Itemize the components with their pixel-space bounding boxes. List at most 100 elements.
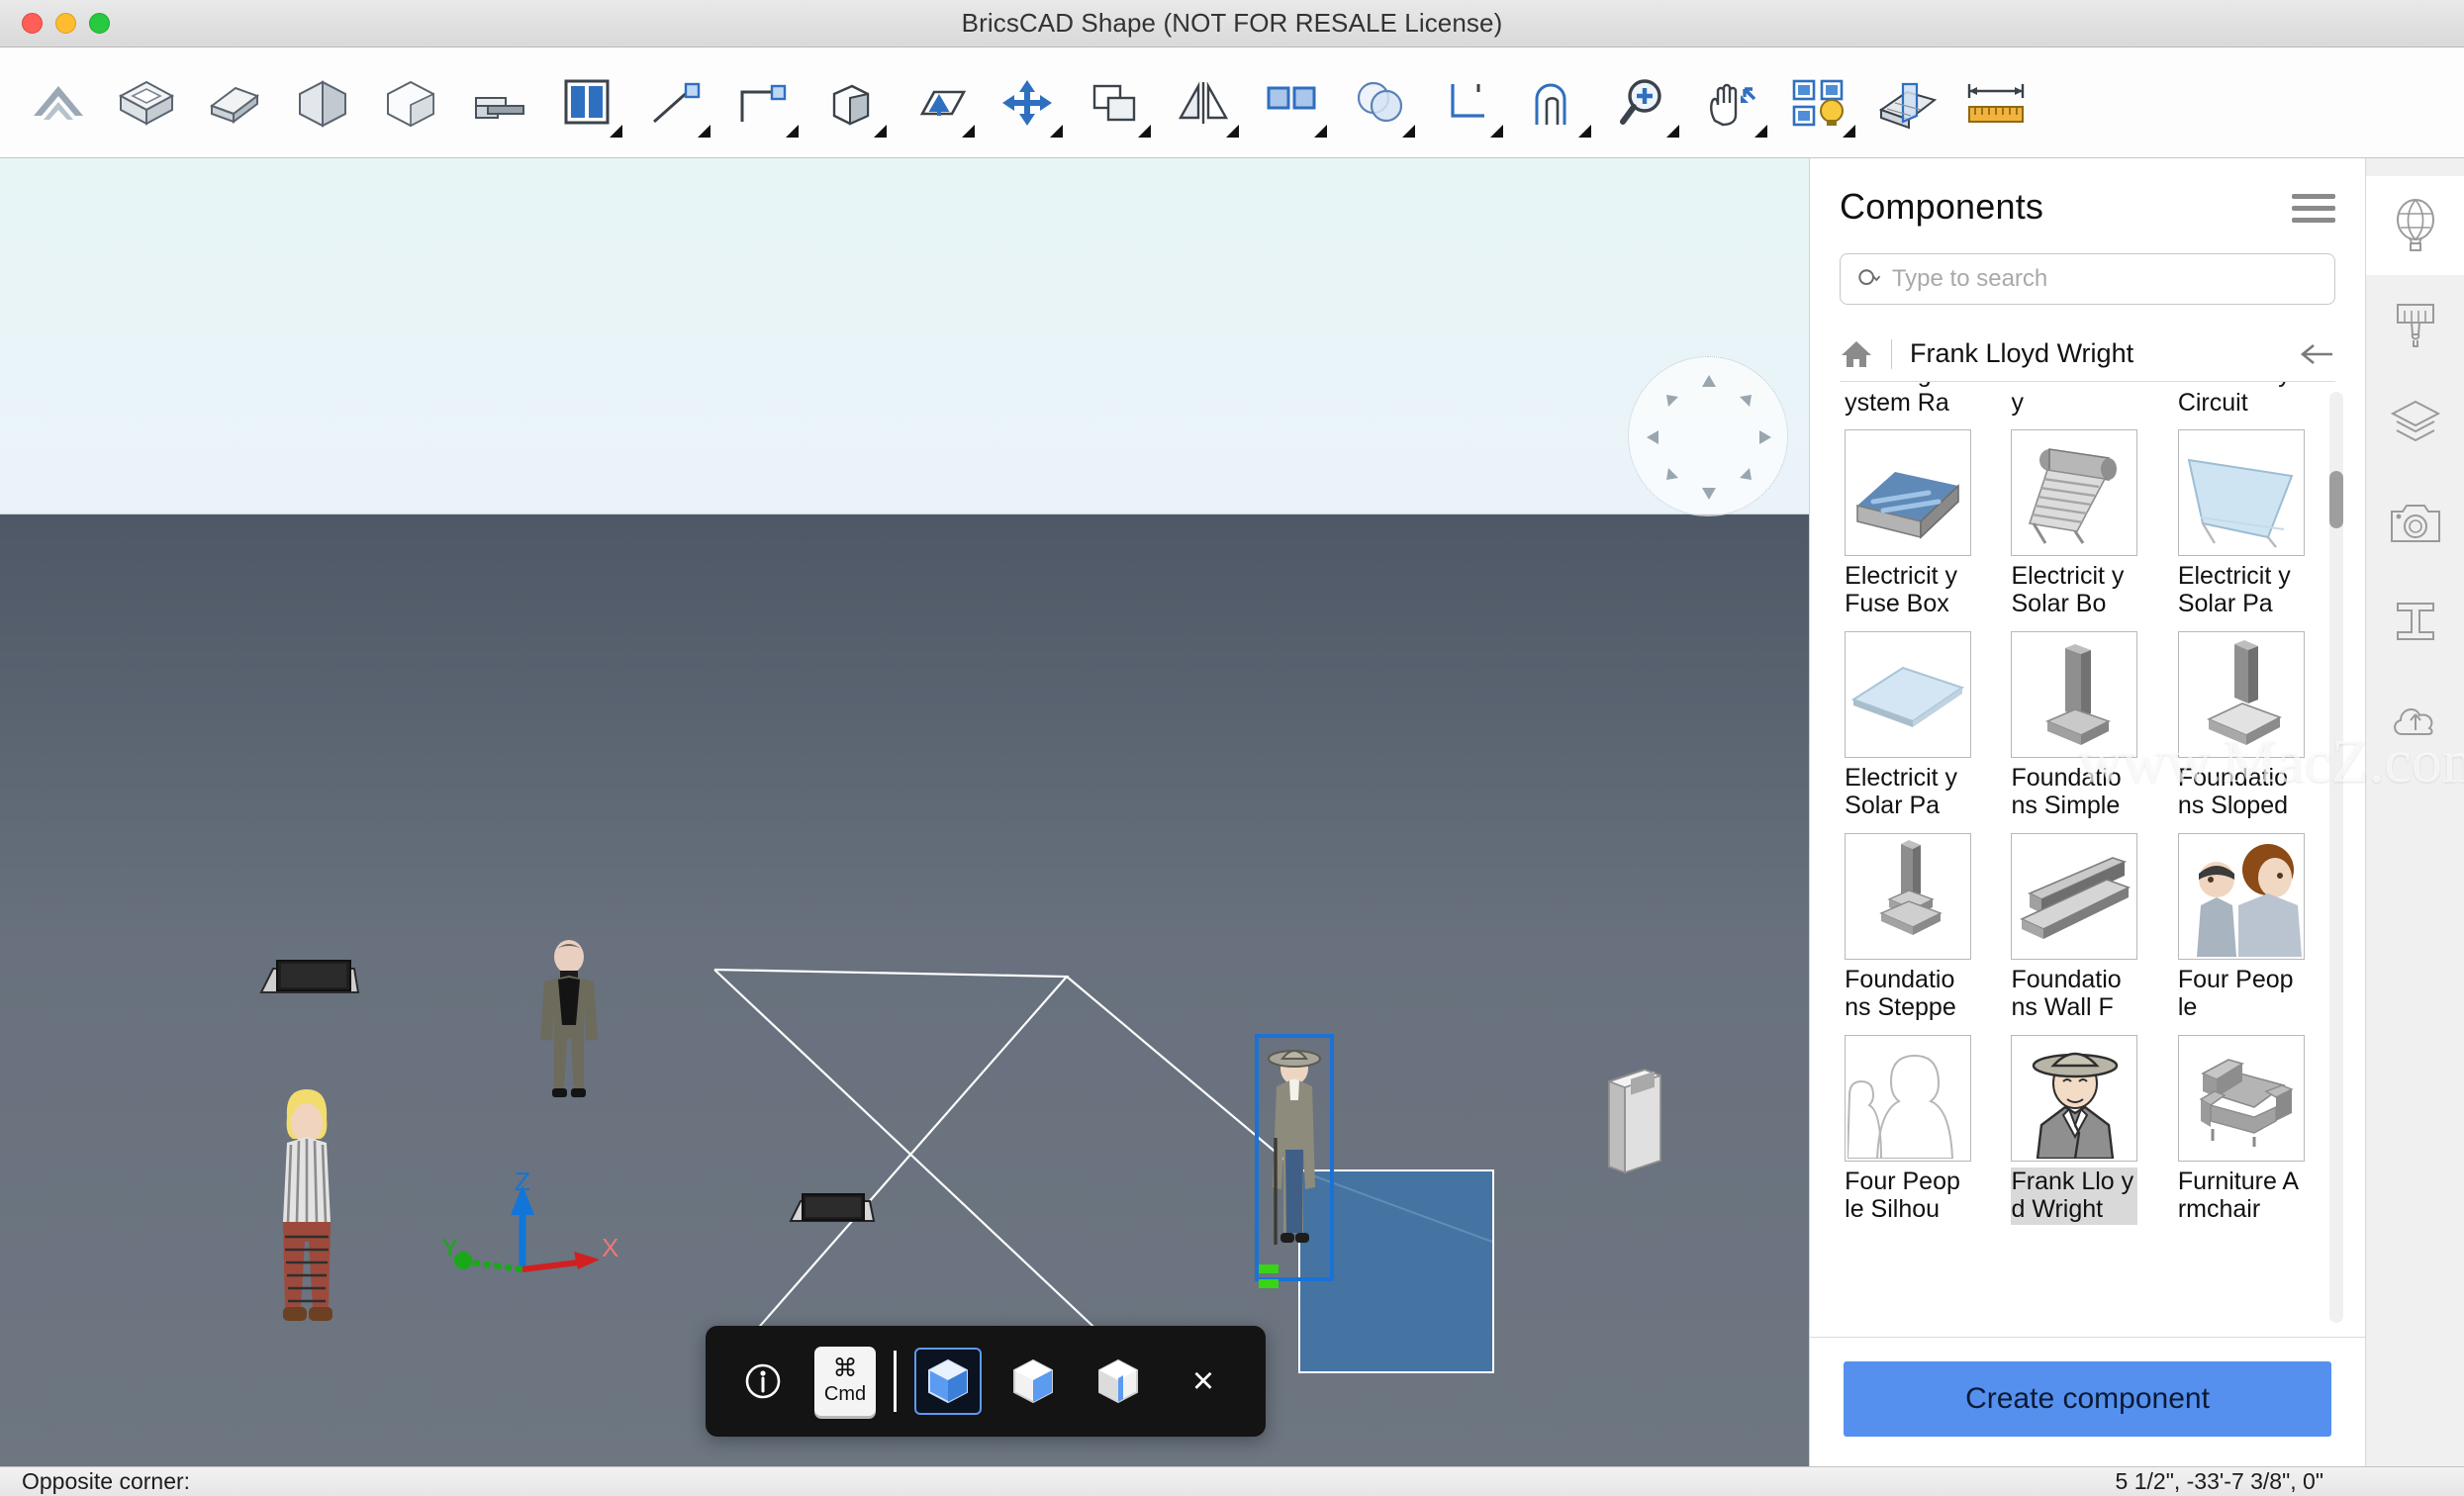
visibility-button[interactable] (1775, 54, 1863, 151)
move-button[interactable] (983, 54, 1071, 151)
close-toolbar-button[interactable]: × (1170, 1348, 1237, 1415)
stair-button[interactable] (454, 54, 542, 151)
component-item[interactable]: Four Peop le (2163, 833, 2320, 1035)
measure-button[interactable] (1951, 54, 2039, 151)
rail-item-publish[interactable] (2366, 671, 2464, 770)
component-item[interactable]: Foundatio ns Sloped (2163, 631, 2320, 833)
push-pull-icon (822, 76, 880, 130)
laptop-left-object[interactable] (255, 955, 364, 1007)
dropdown-triangle-icon (1666, 125, 1679, 138)
fillet-icon (1439, 76, 1496, 130)
rail-item-views[interactable] (2366, 473, 2464, 572)
extrude-button[interactable] (895, 54, 983, 151)
search-icon (1856, 266, 1882, 292)
component-item[interactable]: Foundatio ns Simple (1996, 631, 2152, 833)
dropdown-triangle-icon (1226, 125, 1239, 138)
copy-button[interactable] (1071, 54, 1159, 151)
floating-selection-toolbar[interactable]: ⌘ Cmd × (706, 1326, 1266, 1437)
polyline-button[interactable] (718, 54, 806, 151)
i-beam-icon (2390, 596, 2441, 647)
search-input[interactable] (1892, 265, 2319, 293)
array-button[interactable] (1247, 54, 1335, 151)
component-item[interactable]: Electricit y Solar Pa (2163, 429, 2320, 631)
component-item[interactable]: Foundatio ns Steppe (1830, 833, 1986, 1035)
extrude-icon (906, 76, 972, 130)
selection-bounding-box (1255, 1034, 1334, 1281)
component-item[interactable]: Electricit y Solar Bo (1996, 429, 2152, 631)
solar-boiler-icon (2011, 429, 2137, 556)
command-glyph-icon: ⌘ (833, 1356, 858, 1381)
home-button[interactable] (14, 54, 102, 151)
zoom-button[interactable] (1599, 54, 1687, 151)
drawing-viewport[interactable]: Z Y X (0, 158, 1809, 1466)
appliance-white-object[interactable] (1599, 1064, 1668, 1182)
face-select-mode-button[interactable] (999, 1348, 1067, 1415)
dropdown-triangle-icon (874, 125, 887, 138)
home-icon[interactable] (1840, 338, 1873, 370)
component-item[interactable]: Electricit y Fuse Box (1830, 429, 1986, 631)
rail-item-layers[interactable] (2366, 374, 2464, 473)
section-button[interactable] (1863, 54, 1951, 151)
selection-grip[interactable] (1259, 1264, 1279, 1273)
rail-item-materials[interactable] (2366, 275, 2464, 374)
breadcrumb: Frank Lloyd Wright (1840, 327, 2335, 382)
edge-select-mode-button[interactable] (1085, 1348, 1152, 1415)
selection-grip[interactable] (1259, 1279, 1279, 1288)
panel-header: Components (1810, 158, 2365, 230)
svg-text:Y: Y (441, 1233, 458, 1262)
push-pull-button[interactable] (806, 54, 895, 151)
stair-icon (468, 76, 529, 130)
foundation-simple-icon (2011, 631, 2137, 758)
slab-button[interactable] (190, 54, 278, 151)
component-item[interactable]: Furniture Armchair (2163, 1035, 2320, 1237)
component-label: Electricit y Fuse Box (1845, 562, 1971, 619)
rail-item-components[interactable] (2366, 176, 2464, 275)
create-component-button[interactable]: Create component (1844, 1361, 2331, 1437)
cmd-key-button[interactable]: ⌘ Cmd (814, 1347, 876, 1416)
hamburger-icon[interactable] (2292, 186, 2335, 230)
components-grid[interactable]: Drainage System RaEileen Gre yElectricit… (1830, 382, 2320, 1337)
search-box[interactable] (1840, 253, 2335, 305)
component-item[interactable]: Frank Llo yd Wright (1996, 1035, 2152, 1237)
person-striped-shirt-object[interactable] (257, 1083, 356, 1356)
window-title: BricsCAD Shape (NOT FOR RESALE License) (0, 8, 2464, 39)
component-label: Drainage System Ra (1845, 382, 1971, 418)
component-item[interactable]: Electricit y Circuit (2163, 382, 2320, 429)
component-label: Four Peop le (2178, 966, 2305, 1023)
component-item[interactable]: Foundatio ns Wall F (1996, 833, 2152, 1035)
component-item[interactable]: Eileen Gre y (1996, 382, 2152, 429)
solid-button[interactable] (366, 54, 454, 151)
component-label: Frank Llo yd Wright (2011, 1168, 2137, 1225)
rail-item-profiles[interactable] (2366, 572, 2464, 671)
dropdown-triangle-icon (1050, 125, 1063, 138)
union-button[interactable] (1335, 54, 1423, 151)
building-button[interactable] (102, 54, 190, 151)
component-item[interactable]: Four Peop le Silhou (1830, 1035, 1986, 1237)
component-item[interactable]: Drainage System Ra (1830, 382, 1986, 429)
components-grid-wrapper[interactable]: Drainage System RaEileen Gre yElectricit… (1810, 382, 2365, 1337)
slab-icon (206, 76, 263, 130)
mirror-button[interactable] (1159, 54, 1247, 151)
right-icon-rail (2365, 158, 2464, 1466)
back-arrow-icon[interactable] (2300, 340, 2335, 368)
scrollbar-thumb[interactable] (2329, 471, 2343, 528)
foundation-sloped-icon (2178, 631, 2305, 758)
wall-button[interactable] (278, 54, 366, 151)
panel-scrollbar[interactable] (2329, 392, 2343, 1323)
offset-button[interactable] (1511, 54, 1599, 151)
component-item[interactable]: Electricit y Solar Pa (1830, 631, 1986, 833)
window-button[interactable] (542, 54, 630, 151)
fillet-button[interactable] (1423, 54, 1511, 151)
laptop-center-object[interactable] (787, 1189, 878, 1236)
component-label: Electricit y Solar Pa (1845, 764, 1971, 821)
line-button[interactable] (630, 54, 718, 151)
navigation-compass-widget[interactable] (1628, 356, 1788, 516)
solid-select-mode-button[interactable] (914, 1348, 982, 1415)
pan-button[interactable] (1687, 54, 1775, 151)
solar-panel-flat-icon (1845, 631, 1971, 758)
array-icon (1261, 76, 1322, 130)
four-people-icon (2178, 833, 2305, 960)
info-button[interactable] (729, 1348, 797, 1415)
person-suit-object[interactable] (515, 940, 623, 1123)
component-label: Furniture Armchair (2178, 1168, 2305, 1225)
